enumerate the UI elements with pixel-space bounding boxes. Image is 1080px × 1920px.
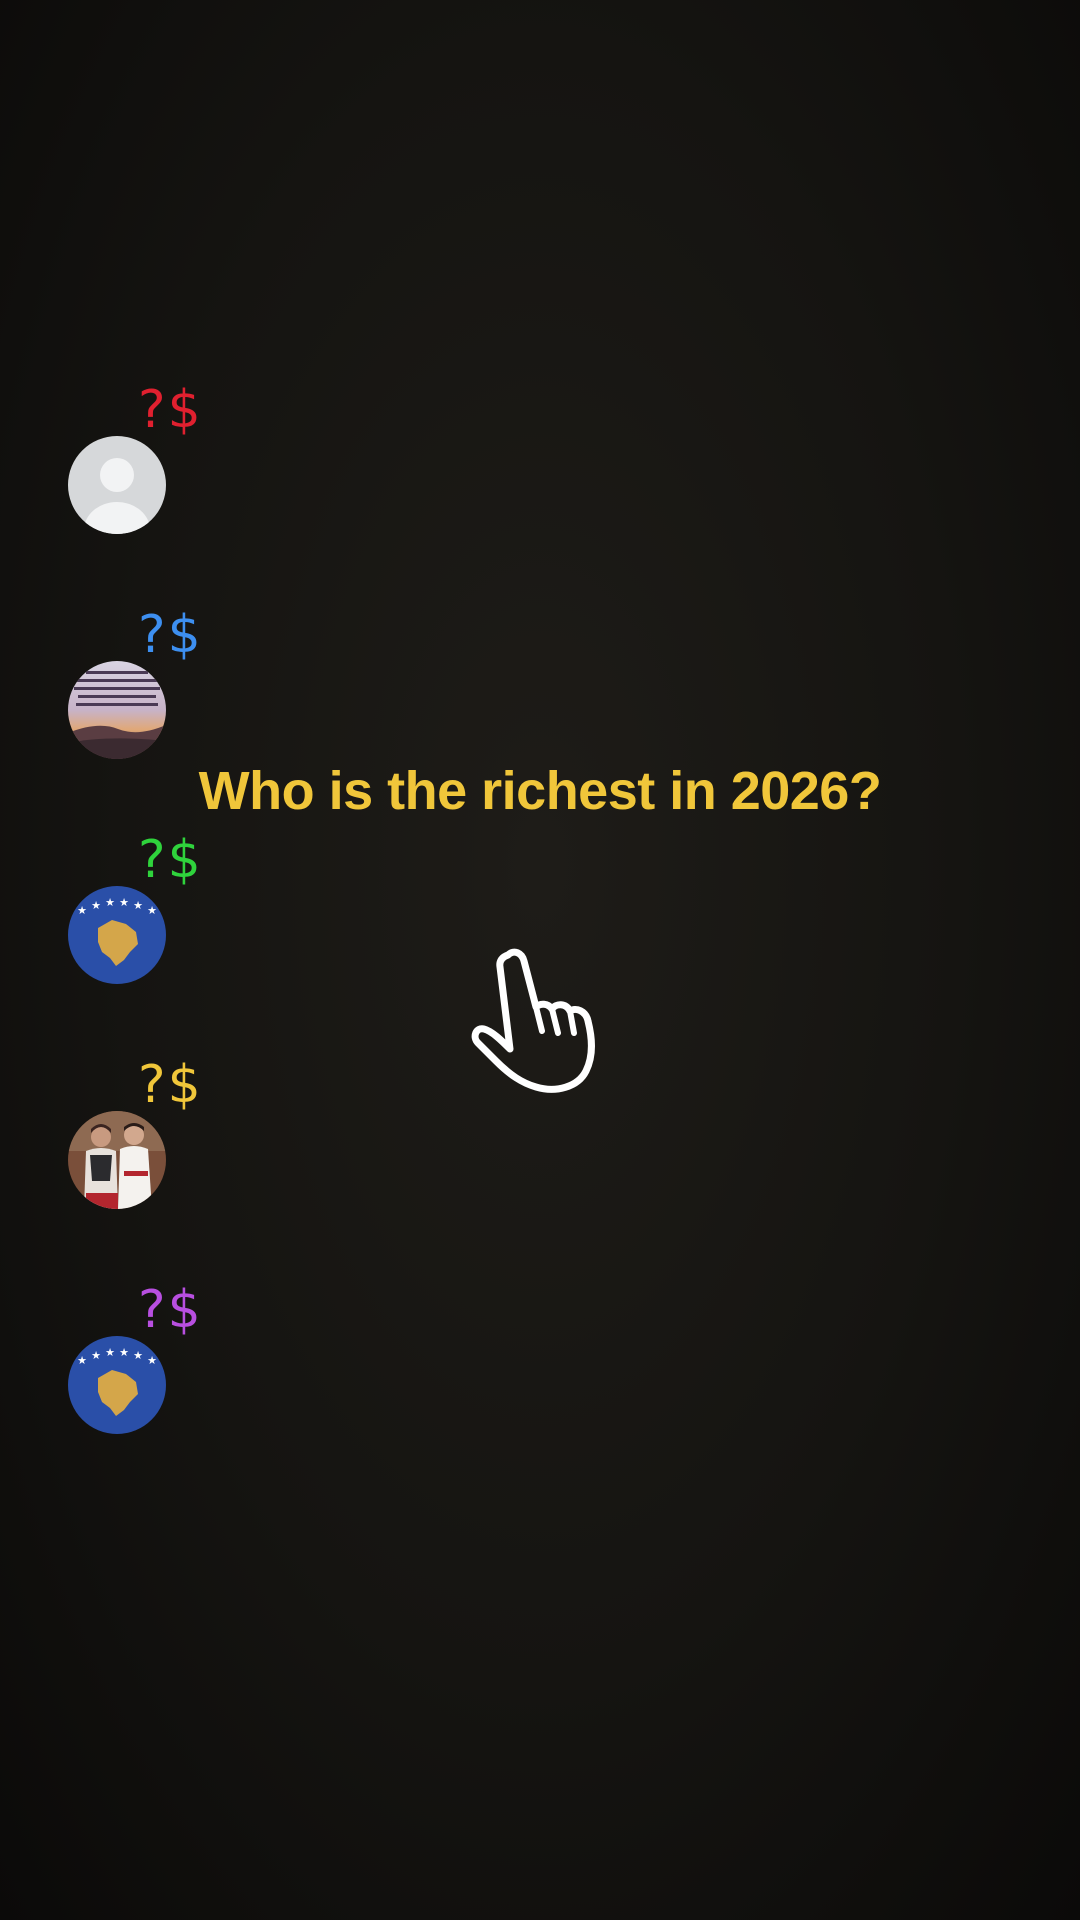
leaderboard-entry-1[interactable]: ?$ [68, 384, 228, 534]
couple-photo-avatar[interactable] [68, 1111, 166, 1209]
svg-text:★: ★ [77, 904, 87, 917]
amount-label: ?$ [138, 830, 203, 890]
leaderboard-entry-2[interactable]: ?$ [68, 609, 228, 759]
hand-pointer-icon [471, 948, 595, 1093]
kosovo-flag-avatar[interactable]: ★ ★ ★ ★ ★ ★ [68, 886, 166, 984]
svg-text:★: ★ [91, 1349, 101, 1362]
headline-title: Who is the richest in 2026? [198, 761, 882, 821]
kosovo-flag-icon: ★ ★ ★ ★ ★ ★ [68, 886, 166, 984]
svg-text:★: ★ [119, 896, 129, 909]
svg-text:★: ★ [119, 1346, 129, 1359]
leaderboard-entry-3[interactable]: ?$ ★ ★ ★ ★ ★ ★ [68, 834, 228, 984]
video-screen: { "headline": "Who is the richest in 202… [0, 0, 1080, 1920]
amount-label: ?$ [138, 605, 203, 665]
svg-text:★: ★ [77, 1354, 87, 1367]
svg-text:★: ★ [147, 904, 157, 917]
svg-text:★: ★ [133, 1349, 143, 1362]
svg-text:★: ★ [147, 1354, 157, 1367]
default-avatar[interactable] [68, 436, 166, 534]
kosovo-flag-icon: ★ ★ ★ ★ ★ ★ [68, 1336, 166, 1434]
couple-photo-image [68, 1111, 166, 1209]
sunset-photo-image [68, 661, 166, 759]
default-profile-icon [68, 436, 166, 534]
leaderboard-entry-4[interactable]: ?$ [68, 1059, 228, 1209]
amount-label: ?$ [138, 380, 203, 440]
sunset-text-avatar[interactable] [68, 661, 166, 759]
svg-text:★: ★ [105, 896, 115, 909]
svg-text:★: ★ [105, 1346, 115, 1359]
amount-label: ?$ [138, 1280, 203, 1340]
svg-text:★: ★ [133, 899, 143, 912]
amount-label: ?$ [138, 1055, 203, 1115]
svg-text:★: ★ [91, 899, 101, 912]
kosovo-flag-avatar[interactable]: ★ ★ ★ ★ ★ ★ [68, 1336, 166, 1434]
leaderboard-entry-5[interactable]: ?$ ★ ★ ★ ★ ★ ★ [68, 1284, 228, 1434]
